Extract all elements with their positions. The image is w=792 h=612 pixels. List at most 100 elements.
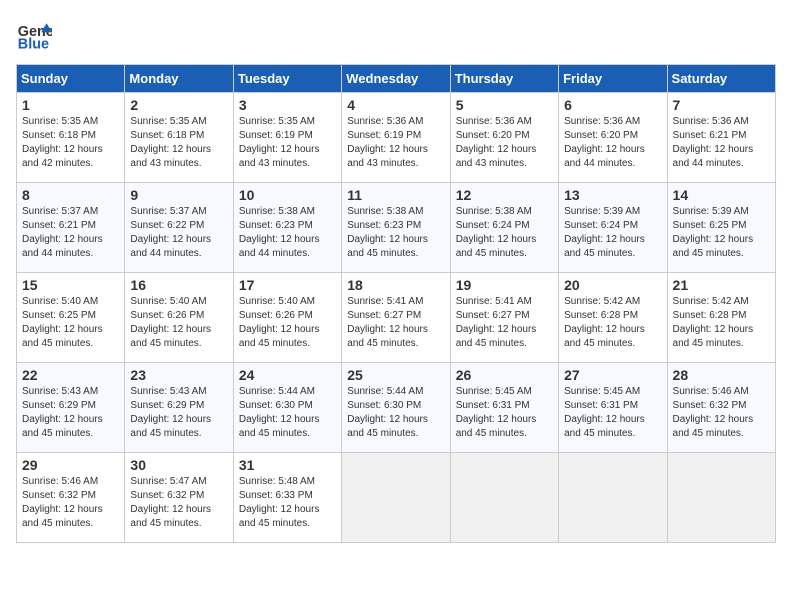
day-info: Sunrise: 5:35 AM Sunset: 6:19 PM Dayligh… <box>239 115 336 171</box>
calendar-day-cell: 28 Sunrise: 5:46 AM Sunset: 6:32 PM Dayl… <box>667 363 775 453</box>
calendar-day-cell: 14 Sunrise: 5:39 AM Sunset: 6:25 PM Dayl… <box>667 183 775 273</box>
day-info: Sunrise: 5:36 AM Sunset: 6:19 PM Dayligh… <box>347 115 444 171</box>
logo-icon: General Blue <box>16 16 52 52</box>
day-number: 6 <box>564 97 661 113</box>
weekday-header: Monday <box>125 65 233 93</box>
day-number: 1 <box>22 97 119 113</box>
calendar-day-cell: 7 Sunrise: 5:36 AM Sunset: 6:21 PM Dayli… <box>667 93 775 183</box>
calendar-day-cell: 27 Sunrise: 5:45 AM Sunset: 6:31 PM Dayl… <box>559 363 667 453</box>
day-number: 4 <box>347 97 444 113</box>
day-number: 22 <box>22 367 119 383</box>
day-info: Sunrise: 5:48 AM Sunset: 6:33 PM Dayligh… <box>239 475 336 531</box>
calendar-day-cell: 23 Sunrise: 5:43 AM Sunset: 6:29 PM Dayl… <box>125 363 233 453</box>
day-number: 23 <box>130 367 227 383</box>
day-number: 26 <box>456 367 553 383</box>
day-info: Sunrise: 5:43 AM Sunset: 6:29 PM Dayligh… <box>22 385 119 441</box>
calendar-day-cell: 20 Sunrise: 5:42 AM Sunset: 6:28 PM Dayl… <box>559 273 667 363</box>
calendar-day-cell: 21 Sunrise: 5:42 AM Sunset: 6:28 PM Dayl… <box>667 273 775 363</box>
day-number: 17 <box>239 277 336 293</box>
day-number: 30 <box>130 457 227 473</box>
page-header: General Blue <box>16 16 776 52</box>
day-info: Sunrise: 5:46 AM Sunset: 6:32 PM Dayligh… <box>673 385 770 441</box>
calendar-week-row: 1 Sunrise: 5:35 AM Sunset: 6:18 PM Dayli… <box>17 93 776 183</box>
calendar-day-cell: 12 Sunrise: 5:38 AM Sunset: 6:24 PM Dayl… <box>450 183 558 273</box>
day-number: 31 <box>239 457 336 473</box>
day-info: Sunrise: 5:45 AM Sunset: 6:31 PM Dayligh… <box>456 385 553 441</box>
calendar-day-cell: 10 Sunrise: 5:38 AM Sunset: 6:23 PM Dayl… <box>233 183 341 273</box>
logo: General Blue <box>16 16 60 52</box>
weekday-header: Thursday <box>450 65 558 93</box>
calendar-week-row: 22 Sunrise: 5:43 AM Sunset: 6:29 PM Dayl… <box>17 363 776 453</box>
day-info: Sunrise: 5:40 AM Sunset: 6:26 PM Dayligh… <box>239 295 336 351</box>
day-info: Sunrise: 5:41 AM Sunset: 6:27 PM Dayligh… <box>456 295 553 351</box>
day-info: Sunrise: 5:44 AM Sunset: 6:30 PM Dayligh… <box>347 385 444 441</box>
day-number: 9 <box>130 187 227 203</box>
calendar-day-cell: 18 Sunrise: 5:41 AM Sunset: 6:27 PM Dayl… <box>342 273 450 363</box>
day-info: Sunrise: 5:47 AM Sunset: 6:32 PM Dayligh… <box>130 475 227 531</box>
calendar-day-cell: 16 Sunrise: 5:40 AM Sunset: 6:26 PM Dayl… <box>125 273 233 363</box>
day-info: Sunrise: 5:42 AM Sunset: 6:28 PM Dayligh… <box>673 295 770 351</box>
calendar-day-cell: 26 Sunrise: 5:45 AM Sunset: 6:31 PM Dayl… <box>450 363 558 453</box>
calendar-day-cell: 2 Sunrise: 5:35 AM Sunset: 6:18 PM Dayli… <box>125 93 233 183</box>
calendar-day-cell: 30 Sunrise: 5:47 AM Sunset: 6:32 PM Dayl… <box>125 453 233 543</box>
day-info: Sunrise: 5:42 AM Sunset: 6:28 PM Dayligh… <box>564 295 661 351</box>
day-info: Sunrise: 5:36 AM Sunset: 6:20 PM Dayligh… <box>564 115 661 171</box>
day-info: Sunrise: 5:40 AM Sunset: 6:26 PM Dayligh… <box>130 295 227 351</box>
day-number: 7 <box>673 97 770 113</box>
svg-text:Blue: Blue <box>18 36 49 52</box>
day-number: 25 <box>347 367 444 383</box>
weekday-header: Sunday <box>17 65 125 93</box>
calendar-day-cell: 24 Sunrise: 5:44 AM Sunset: 6:30 PM Dayl… <box>233 363 341 453</box>
calendar-day-cell: 8 Sunrise: 5:37 AM Sunset: 6:21 PM Dayli… <box>17 183 125 273</box>
day-info: Sunrise: 5:41 AM Sunset: 6:27 PM Dayligh… <box>347 295 444 351</box>
day-info: Sunrise: 5:40 AM Sunset: 6:25 PM Dayligh… <box>22 295 119 351</box>
calendar-day-cell: 19 Sunrise: 5:41 AM Sunset: 6:27 PM Dayl… <box>450 273 558 363</box>
calendar-day-cell: 9 Sunrise: 5:37 AM Sunset: 6:22 PM Dayli… <box>125 183 233 273</box>
day-number: 15 <box>22 277 119 293</box>
day-info: Sunrise: 5:36 AM Sunset: 6:20 PM Dayligh… <box>456 115 553 171</box>
day-number: 19 <box>456 277 553 293</box>
calendar-week-row: 29 Sunrise: 5:46 AM Sunset: 6:32 PM Dayl… <box>17 453 776 543</box>
empty-cell <box>559 453 667 543</box>
day-number: 12 <box>456 187 553 203</box>
calendar-day-cell: 15 Sunrise: 5:40 AM Sunset: 6:25 PM Dayl… <box>17 273 125 363</box>
calendar-table: SundayMondayTuesdayWednesdayThursdayFrid… <box>16 64 776 543</box>
day-number: 18 <box>347 277 444 293</box>
calendar-day-cell: 29 Sunrise: 5:46 AM Sunset: 6:32 PM Dayl… <box>17 453 125 543</box>
calendar-week-row: 15 Sunrise: 5:40 AM Sunset: 6:25 PM Dayl… <box>17 273 776 363</box>
day-number: 29 <box>22 457 119 473</box>
day-info: Sunrise: 5:39 AM Sunset: 6:24 PM Dayligh… <box>564 205 661 261</box>
day-info: Sunrise: 5:43 AM Sunset: 6:29 PM Dayligh… <box>130 385 227 441</box>
calendar-day-cell: 5 Sunrise: 5:36 AM Sunset: 6:20 PM Dayli… <box>450 93 558 183</box>
calendar-week-row: 8 Sunrise: 5:37 AM Sunset: 6:21 PM Dayli… <box>17 183 776 273</box>
day-number: 28 <box>673 367 770 383</box>
calendar-day-cell: 1 Sunrise: 5:35 AM Sunset: 6:18 PM Dayli… <box>17 93 125 183</box>
day-info: Sunrise: 5:36 AM Sunset: 6:21 PM Dayligh… <box>673 115 770 171</box>
weekday-header: Saturday <box>667 65 775 93</box>
day-info: Sunrise: 5:38 AM Sunset: 6:24 PM Dayligh… <box>456 205 553 261</box>
day-info: Sunrise: 5:38 AM Sunset: 6:23 PM Dayligh… <box>347 205 444 261</box>
calendar-day-cell: 17 Sunrise: 5:40 AM Sunset: 6:26 PM Dayl… <box>233 273 341 363</box>
day-number: 20 <box>564 277 661 293</box>
calendar-day-cell: 3 Sunrise: 5:35 AM Sunset: 6:19 PM Dayli… <box>233 93 341 183</box>
empty-cell <box>342 453 450 543</box>
day-info: Sunrise: 5:37 AM Sunset: 6:22 PM Dayligh… <box>130 205 227 261</box>
weekday-header: Friday <box>559 65 667 93</box>
day-number: 8 <box>22 187 119 203</box>
day-number: 3 <box>239 97 336 113</box>
calendar-day-cell: 4 Sunrise: 5:36 AM Sunset: 6:19 PM Dayli… <box>342 93 450 183</box>
day-number: 14 <box>673 187 770 203</box>
calendar-day-cell: 13 Sunrise: 5:39 AM Sunset: 6:24 PM Dayl… <box>559 183 667 273</box>
day-number: 2 <box>130 97 227 113</box>
calendar-day-cell: 25 Sunrise: 5:44 AM Sunset: 6:30 PM Dayl… <box>342 363 450 453</box>
calendar-day-cell: 6 Sunrise: 5:36 AM Sunset: 6:20 PM Dayli… <box>559 93 667 183</box>
header-row: SundayMondayTuesdayWednesdayThursdayFrid… <box>17 65 776 93</box>
day-number: 13 <box>564 187 661 203</box>
day-info: Sunrise: 5:38 AM Sunset: 6:23 PM Dayligh… <box>239 205 336 261</box>
day-number: 16 <box>130 277 227 293</box>
day-info: Sunrise: 5:37 AM Sunset: 6:21 PM Dayligh… <box>22 205 119 261</box>
day-number: 21 <box>673 277 770 293</box>
day-info: Sunrise: 5:35 AM Sunset: 6:18 PM Dayligh… <box>22 115 119 171</box>
day-info: Sunrise: 5:39 AM Sunset: 6:25 PM Dayligh… <box>673 205 770 261</box>
day-number: 11 <box>347 187 444 203</box>
